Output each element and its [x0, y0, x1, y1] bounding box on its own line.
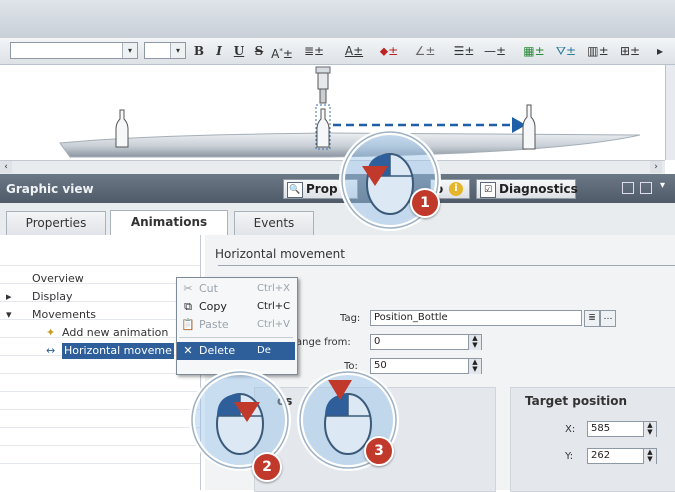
callout-number-3: 3 — [364, 436, 394, 466]
callout-overlay — [189, 129, 441, 471]
callout-number-1: 1 — [410, 188, 440, 218]
callout-number-2: 2 — [252, 452, 282, 482]
